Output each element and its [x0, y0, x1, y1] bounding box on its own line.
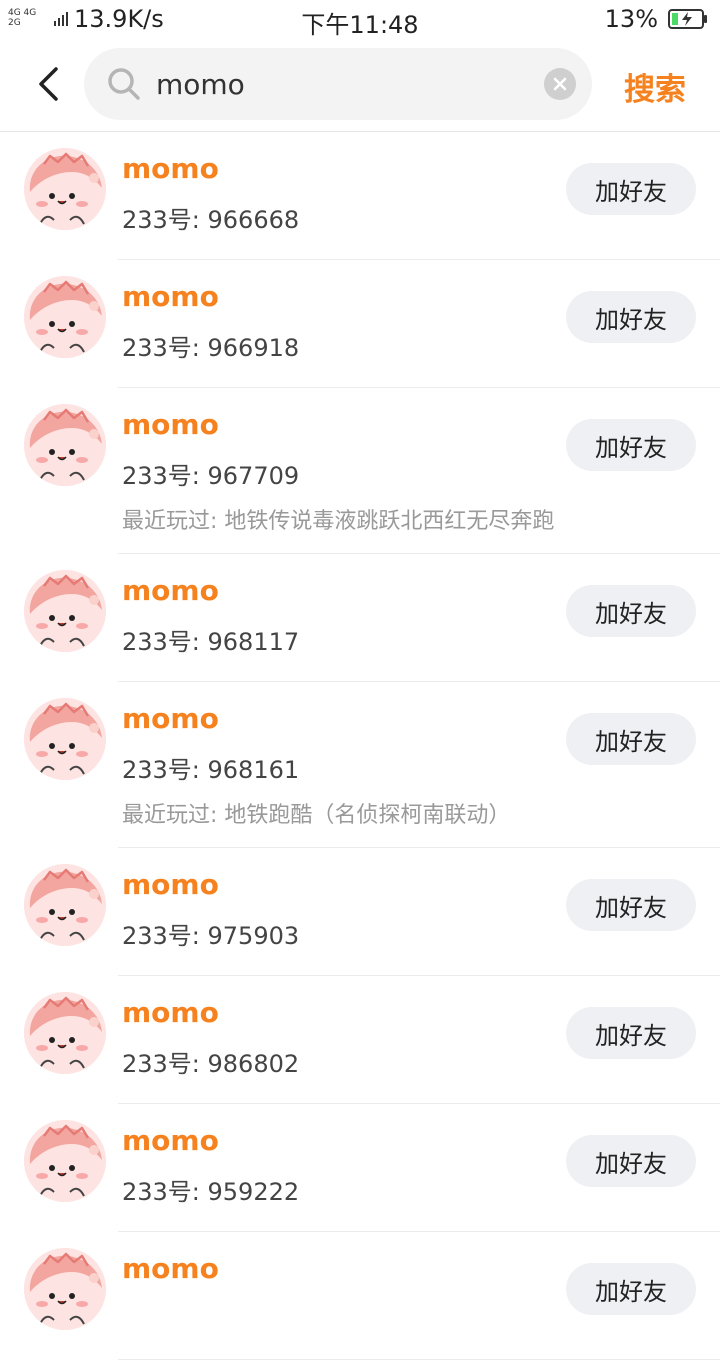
user-name: momo	[122, 996, 219, 1029]
search-header: momo 搜索	[0, 38, 720, 132]
user-result-list: momo 233号: 966668 加好友 momo 233号: 966918	[0, 132, 720, 1360]
chevron-left-icon	[39, 67, 58, 101]
recently-played: 最近玩过: 地铁传说毒液跳跃北西红无尽奔跑	[122, 509, 555, 534]
battery-percent: 13%	[604, 5, 658, 33]
list-item[interactable]: momo 233号: 968161 最近玩过: 地铁跑酷（名侦探柯南联动） 加好…	[0, 682, 720, 848]
avatar[interactable]	[24, 570, 106, 652]
user-name: momo	[122, 868, 219, 901]
list-item[interactable]: momo 233号: 975903 加好友	[0, 848, 720, 976]
avatar[interactable]	[24, 698, 106, 780]
avatar[interactable]	[24, 864, 106, 946]
add-friend-button[interactable]: 加好友	[566, 291, 696, 343]
user-id: 233号: 967709	[122, 462, 300, 490]
search-query[interactable]: momo	[156, 68, 245, 101]
avatar[interactable]	[24, 992, 106, 1074]
user-name: momo	[122, 702, 219, 735]
avatar-image	[24, 570, 106, 652]
avatar[interactable]	[24, 404, 106, 486]
list-item[interactable]: momo 233号: 967709 最近玩过: 地铁传说毒液跳跃北西红无尽奔跑 …	[0, 388, 720, 554]
user-name: momo	[122, 280, 219, 313]
add-friend-button[interactable]: 加好友	[566, 419, 696, 471]
back-button[interactable]	[28, 62, 68, 106]
user-name: momo	[122, 408, 219, 441]
user-id: 233号: 966918	[122, 334, 300, 362]
user-name: momo	[122, 1124, 219, 1157]
search-button[interactable]: 搜索	[624, 64, 686, 109]
add-friend-button[interactable]: 加好友	[566, 1007, 696, 1059]
battery-charging-icon	[668, 9, 707, 29]
search-icon	[108, 68, 140, 100]
status-bar: 4G 4G 2G 13.9K/s 下午11:48 13%	[0, 0, 720, 39]
user-name: momo	[122, 1252, 219, 1285]
recently-played: 最近玩过: 地铁跑酷（名侦探柯南联动）	[122, 803, 511, 828]
list-item[interactable]: momo 加好友	[0, 1232, 720, 1360]
avatar[interactable]	[24, 1120, 106, 1202]
list-item[interactable]: momo 233号: 966668 加好友	[0, 132, 720, 260]
avatar-image	[24, 992, 106, 1074]
list-item[interactable]: momo 233号: 959222 加好友	[0, 1104, 720, 1232]
avatar-image	[24, 1120, 106, 1202]
user-id: 233号: 968117	[122, 628, 300, 656]
avatar-image	[24, 864, 106, 946]
add-friend-button[interactable]: 加好友	[566, 879, 696, 931]
user-id: 233号: 959222	[122, 1178, 300, 1206]
user-name: momo	[122, 152, 219, 185]
clear-icon[interactable]	[544, 68, 576, 100]
list-item[interactable]: momo 233号: 968117 加好友	[0, 554, 720, 682]
add-friend-button[interactable]: 加好友	[566, 1135, 696, 1187]
add-friend-button[interactable]: 加好友	[566, 713, 696, 765]
add-friend-button[interactable]: 加好友	[566, 1263, 696, 1315]
add-friend-button[interactable]: 加好友	[566, 585, 696, 637]
user-id: 233号: 986802	[122, 1050, 300, 1078]
add-friend-button[interactable]: 加好友	[566, 163, 696, 215]
avatar[interactable]	[24, 276, 106, 358]
avatar-image	[24, 1248, 106, 1330]
avatar[interactable]	[24, 1248, 106, 1330]
avatar-image	[24, 148, 106, 230]
user-name: momo	[122, 574, 219, 607]
user-id: 233号: 966668	[122, 206, 300, 234]
user-id: 233号: 975903	[122, 922, 300, 950]
list-item[interactable]: momo 233号: 966918 加好友	[0, 260, 720, 388]
avatar-image	[24, 404, 106, 486]
avatar-image	[24, 698, 106, 780]
avatar[interactable]	[24, 148, 106, 230]
user-id: 233号: 968161	[122, 756, 300, 784]
avatar-image	[24, 276, 106, 358]
list-item[interactable]: momo 233号: 986802 加好友	[0, 976, 720, 1104]
search-input[interactable]: momo	[84, 48, 592, 120]
